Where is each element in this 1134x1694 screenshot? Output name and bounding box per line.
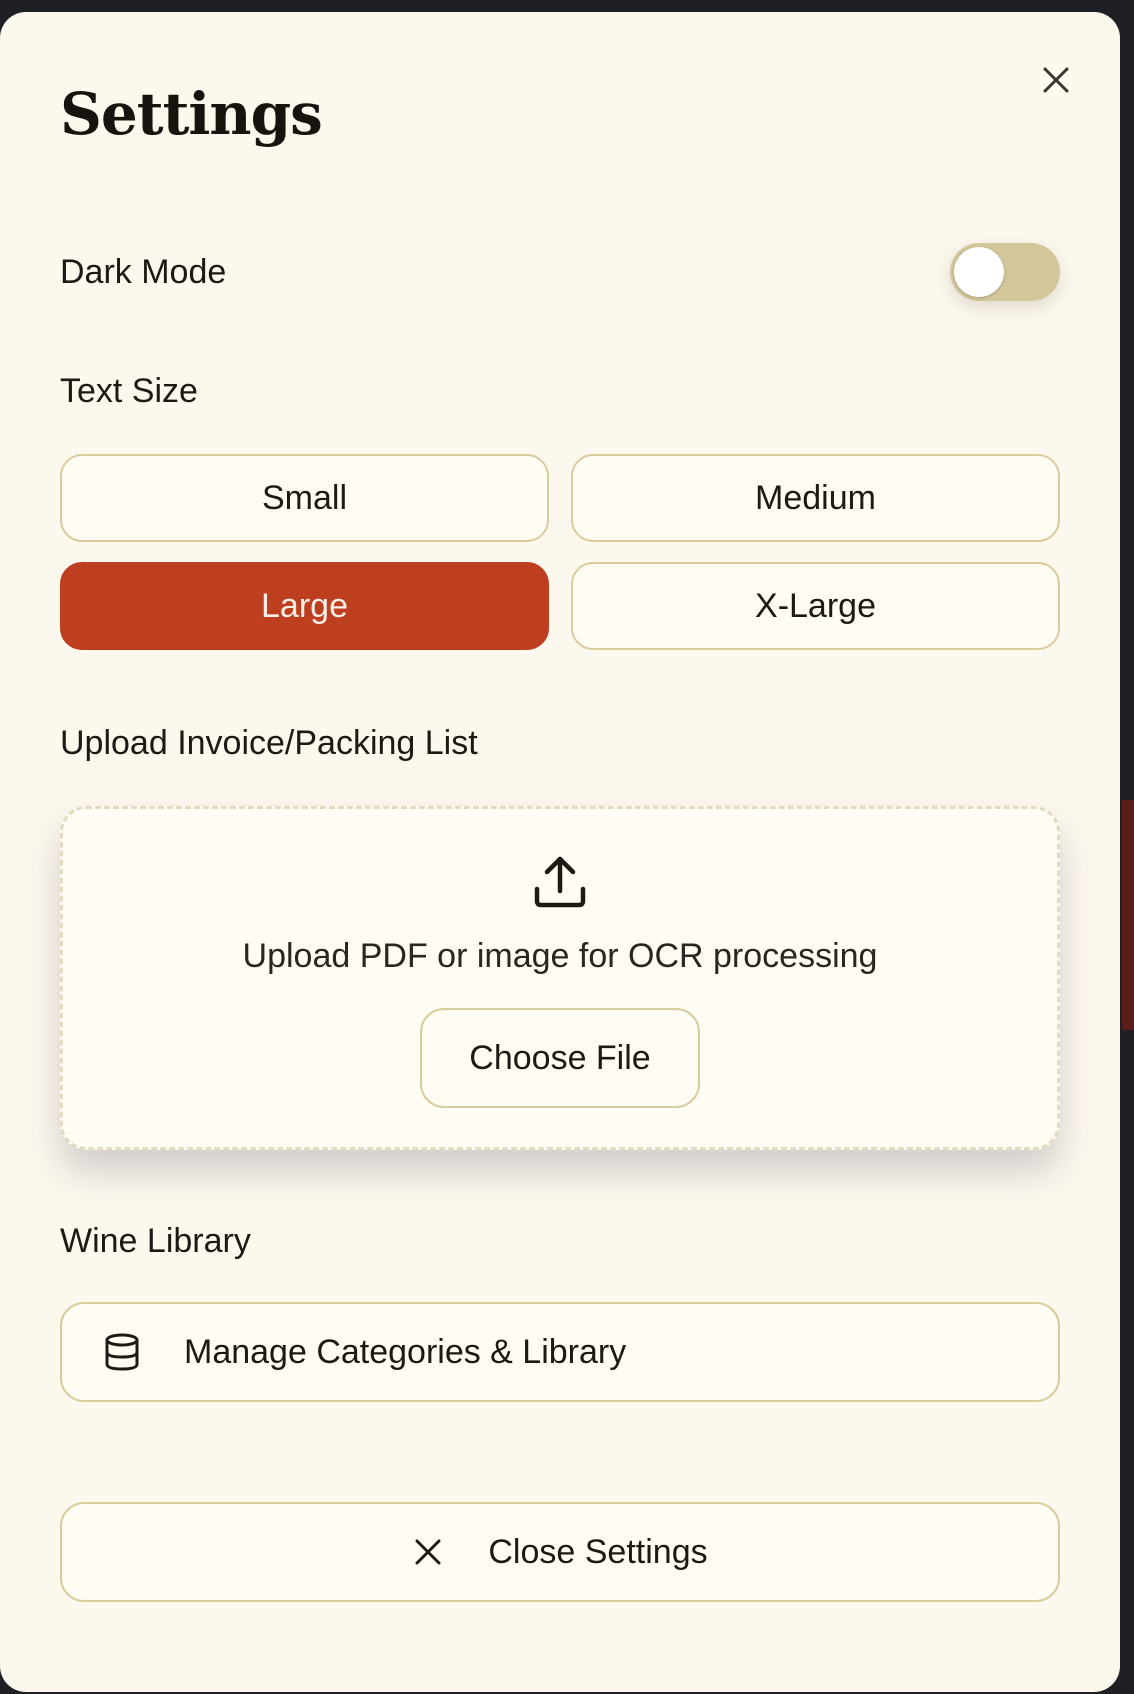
choose-file-button[interactable]: Choose File	[420, 1008, 700, 1108]
settings-modal: Settings Dark Mode Text Size Small Mediu…	[0, 12, 1120, 1692]
close-settings-button[interactable]: Close Settings	[60, 1502, 1060, 1602]
dark-mode-row: Dark Mode	[60, 240, 1060, 304]
dark-mode-toggle[interactable]	[950, 243, 1060, 301]
close-icon	[415, 1539, 441, 1565]
upload-section-label: Upload Invoice/Packing List	[60, 724, 478, 762]
upload-icon	[534, 856, 586, 908]
database-icon	[105, 1333, 139, 1371]
wine-library-label: Wine Library	[60, 1222, 251, 1260]
upload-description: Upload PDF or image for OCR processing	[242, 937, 878, 975]
upload-dropzone[interactable]: Upload PDF or image for OCR processing C…	[60, 806, 1060, 1150]
page-title: Settings	[60, 80, 323, 148]
text-size-small-button[interactable]: Small	[60, 454, 549, 542]
text-size-label: Text Size	[60, 372, 198, 410]
backdrop-accent	[1122, 800, 1134, 1030]
manage-library-button[interactable]: Manage Categories & Library	[60, 1302, 1060, 1402]
text-size-large-button[interactable]: Large	[60, 562, 549, 650]
close-icon	[1043, 67, 1069, 93]
dark-mode-label: Dark Mode	[60, 252, 227, 291]
text-size-options: Small Medium Large X-Large	[60, 454, 1060, 650]
text-size-xlarge-button[interactable]: X-Large	[571, 562, 1060, 650]
manage-library-label: Manage Categories & Library	[184, 1332, 627, 1371]
toggle-knob	[954, 247, 1004, 297]
modal-close-button[interactable]	[1034, 58, 1078, 102]
close-settings-label: Close Settings	[488, 1532, 708, 1571]
text-size-medium-button[interactable]: Medium	[571, 454, 1060, 542]
